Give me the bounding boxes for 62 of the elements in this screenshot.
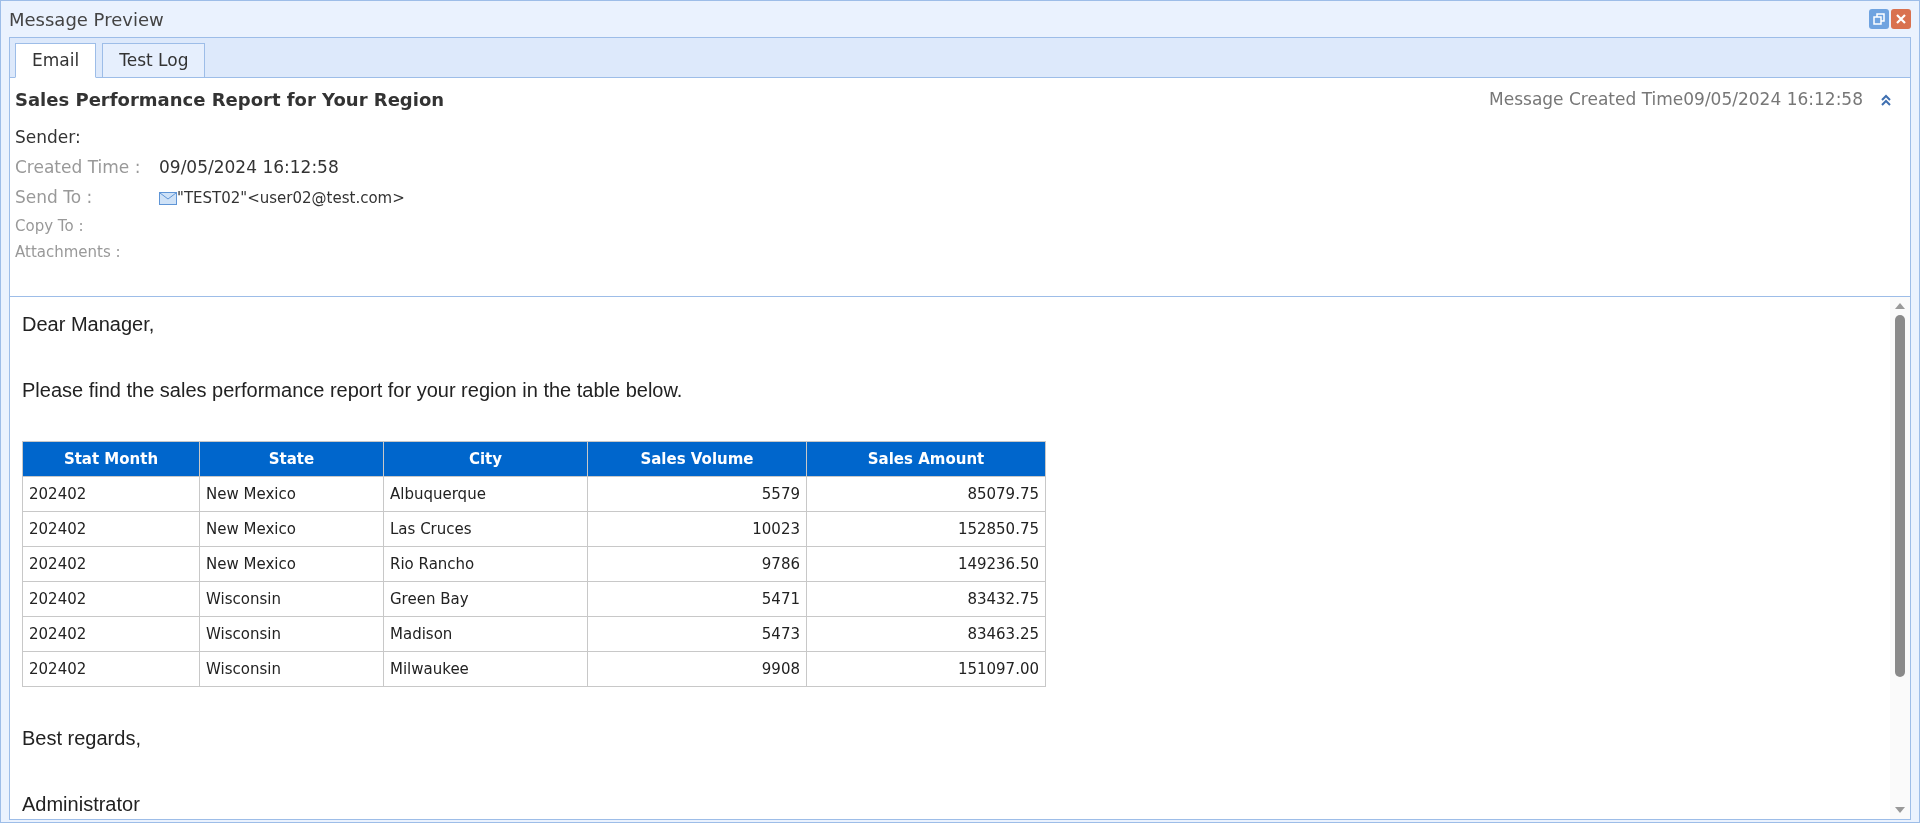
table-cell: New Mexico: [199, 511, 384, 547]
restore-button[interactable]: [1869, 9, 1889, 29]
table-cell: Rio Rancho: [383, 546, 588, 582]
scroll-thumb[interactable]: [1895, 315, 1905, 677]
field-label: Send To :: [15, 186, 94, 210]
table-cell: 149236.50: [806, 546, 1046, 582]
table-cell: 5471: [587, 581, 807, 617]
column-header: Sales Amount: [806, 441, 1046, 477]
closing-text: Best regards,: [22, 726, 142, 749]
tab[interactable]: Email: [15, 43, 97, 78]
table-cell: 5473: [587, 616, 807, 652]
field-label: Attachments :: [15, 241, 122, 263]
close-button[interactable]: [1891, 9, 1911, 29]
table-cell: 152850.75: [806, 511, 1046, 547]
table-cell: Milwaukee: [383, 651, 588, 687]
envelope-icon: [159, 191, 177, 205]
greeting-text: Dear Manager,: [22, 312, 156, 335]
field-label: Created Time :: [15, 156, 142, 180]
message-created-time: Message Created Time09/05/2024 16:12:58: [1489, 87, 1863, 111]
table-cell: 202402: [22, 476, 200, 512]
table-cell: 9908: [587, 651, 807, 687]
table-cell: Wisconsin: [199, 581, 384, 617]
table-cell: 202402: [22, 511, 200, 547]
table-cell: 202402: [22, 581, 200, 617]
table-cell: 202402: [22, 616, 200, 652]
table-cell: 83463.25: [806, 616, 1046, 652]
field-label: Sender:: [15, 126, 81, 150]
field-value: 09/05/2024 16:12:58: [159, 156, 339, 180]
column-header: Sales Volume: [587, 441, 807, 477]
table-cell: 9786: [587, 546, 807, 582]
table-cell: Wisconsin: [199, 651, 384, 687]
window-title: Message Preview: [9, 7, 164, 32]
scrollbar[interactable]: [1890, 297, 1910, 819]
restore-icon: [1873, 13, 1885, 25]
scroll-up-icon[interactable]: [1895, 303, 1905, 309]
intro-text: Please find the sales performance report for your region in the table below.: [22, 378, 684, 401]
table-cell: New Mexico: [199, 476, 384, 512]
table-cell: Madison: [383, 616, 588, 652]
column-header: State: [199, 441, 384, 477]
tab[interactable]: Test Log: [102, 43, 206, 78]
double-chevron-icon: [1879, 92, 1893, 107]
table-cell: Green Bay: [383, 581, 588, 617]
table-cell: 10023: [587, 511, 807, 547]
signature-text: Administrator: [22, 792, 141, 815]
field-label: Copy To :: [15, 215, 85, 237]
column-header: City: [383, 441, 588, 477]
column-header: Stat Month: [22, 441, 200, 477]
table-cell: Wisconsin: [199, 616, 384, 652]
table-cell: 5579: [587, 476, 807, 512]
table-cell: 83432.75: [806, 581, 1046, 617]
scroll-down-icon[interactable]: [1895, 807, 1905, 813]
recipient-address[interactable]: "TEST02"<user02@test.com>: [177, 186, 405, 210]
table-cell: 151097.00: [806, 651, 1046, 687]
table-cell: New Mexico: [199, 546, 384, 582]
close-icon: [1895, 13, 1907, 25]
table-cell: 85079.75: [806, 476, 1046, 512]
table-cell: 202402: [22, 651, 200, 687]
table-cell: Albuquerque: [383, 476, 588, 512]
message-subject: Sales Performance Report for Your Region: [15, 88, 445, 112]
table-cell: Las Cruces: [383, 511, 588, 547]
collapse-button[interactable]: [1879, 92, 1893, 107]
table-cell: 202402: [22, 546, 200, 582]
